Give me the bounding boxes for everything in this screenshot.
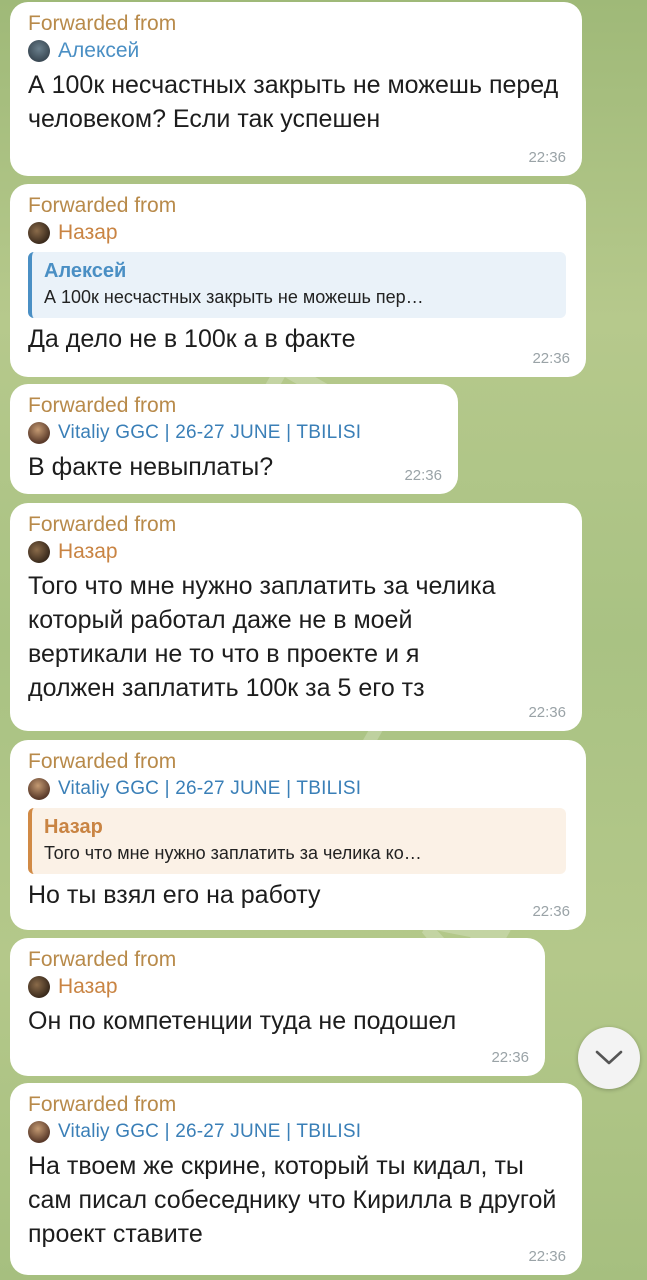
message-bubble[interactable]: Forwarded from Vitaliy GGC | 26-27 JUNE … [10, 740, 586, 930]
quote-sender: Назар [44, 816, 103, 838]
forwarded-sender[interactable]: Vitaliy GGC | 26-27 JUNE | TBILISI [28, 420, 438, 446]
message-text: На твоем же скрине, который ты кидал, ты… [28, 1152, 557, 1248]
message-text: Но ты взял его на работу [28, 881, 321, 909]
message-time: 22:36 [528, 149, 566, 166]
sender-name: Назар [58, 540, 118, 563]
quote-sender: Алексей [44, 260, 127, 282]
forwarded-label: Forwarded from [28, 1093, 177, 1116]
sender-name: Алексей [58, 39, 140, 62]
message-bubble[interactable]: Forwarded from Vitaliy GGC | 26-27 JUNE … [10, 384, 458, 494]
forwarded-sender[interactable]: Vitaliy GGC | 26-27 JUNE | TBILISI [28, 1119, 562, 1145]
avatar [28, 422, 50, 444]
forwarded-sender[interactable]: Алексей [28, 38, 562, 64]
forwarded-sender[interactable]: Назар [28, 220, 566, 246]
message-text: А 100к несчастных закрыть не можешь пере… [28, 71, 559, 133]
forwarded-sender[interactable]: Назар [28, 539, 562, 565]
sender-name: Назар [58, 221, 118, 244]
sender-name: Назар [58, 975, 118, 998]
message-time: 22:36 [404, 467, 442, 484]
forwarded-label: Forwarded from [28, 750, 177, 773]
message-time: 22:36 [532, 350, 570, 367]
forwarded-sender[interactable]: Назар [28, 974, 525, 1000]
quote-text: А 100к несчастных закрыть не можешь пер… [44, 287, 424, 307]
scroll-down-button[interactable] [578, 1027, 640, 1089]
message-time: 22:36 [491, 1049, 529, 1066]
message-text: Того что мне нужно заплатить за челика к… [28, 572, 496, 702]
forwarded-label: Forwarded from [28, 948, 177, 971]
reply-quote[interactable]: Назар Того что мне нужно заплатить за че… [28, 808, 566, 874]
forwarded-label: Forwarded from [28, 513, 177, 536]
message-time: 22:36 [532, 903, 570, 920]
avatar [28, 222, 50, 244]
forwarded-label: Forwarded from [28, 394, 177, 417]
message-bubble[interactable]: Forwarded from Назар Алексей А 100к несч… [10, 184, 586, 377]
sender-name: Vitaliy GGC | 26-27 JUNE | TBILISI [58, 1121, 362, 1142]
quote-text: Того что мне нужно заплатить за челика к… [44, 843, 422, 863]
sender-name: Vitaliy GGC | 26-27 JUNE | TBILISI [58, 422, 362, 443]
avatar [28, 541, 50, 563]
message-bubble[interactable]: Forwarded from Назар Он по компетенции т… [10, 938, 545, 1076]
message-text: В факте невыплаты? [28, 453, 274, 481]
message-bubble[interactable]: Forwarded from Назар Того что мне нужно … [10, 503, 582, 731]
avatar [28, 976, 50, 998]
avatar [28, 778, 50, 800]
message-bubble[interactable]: Forwarded from Алексей А 100к несчастных… [10, 2, 582, 176]
avatar [28, 40, 50, 62]
forwarded-sender[interactable]: Vitaliy GGC | 26-27 JUNE | TBILISI [28, 776, 566, 802]
message-bubble[interactable]: Forwarded from Vitaliy GGC | 26-27 JUNE … [10, 1083, 582, 1275]
sender-name: Vitaliy GGC | 26-27 JUNE | TBILISI [58, 778, 362, 799]
forwarded-label: Forwarded from [28, 194, 177, 217]
message-time: 22:36 [528, 704, 566, 721]
message-text: Да дело не в 100к а в факте [28, 325, 356, 353]
chevron-down-icon [595, 1050, 623, 1065]
message-time: 22:36 [528, 1248, 566, 1265]
message-text: Он по компетенции туда не подошел [28, 1007, 457, 1035]
reply-quote[interactable]: Алексей А 100к несчастных закрыть не мож… [28, 252, 566, 318]
forwarded-label: Forwarded from [28, 12, 177, 35]
avatar [28, 1121, 50, 1143]
